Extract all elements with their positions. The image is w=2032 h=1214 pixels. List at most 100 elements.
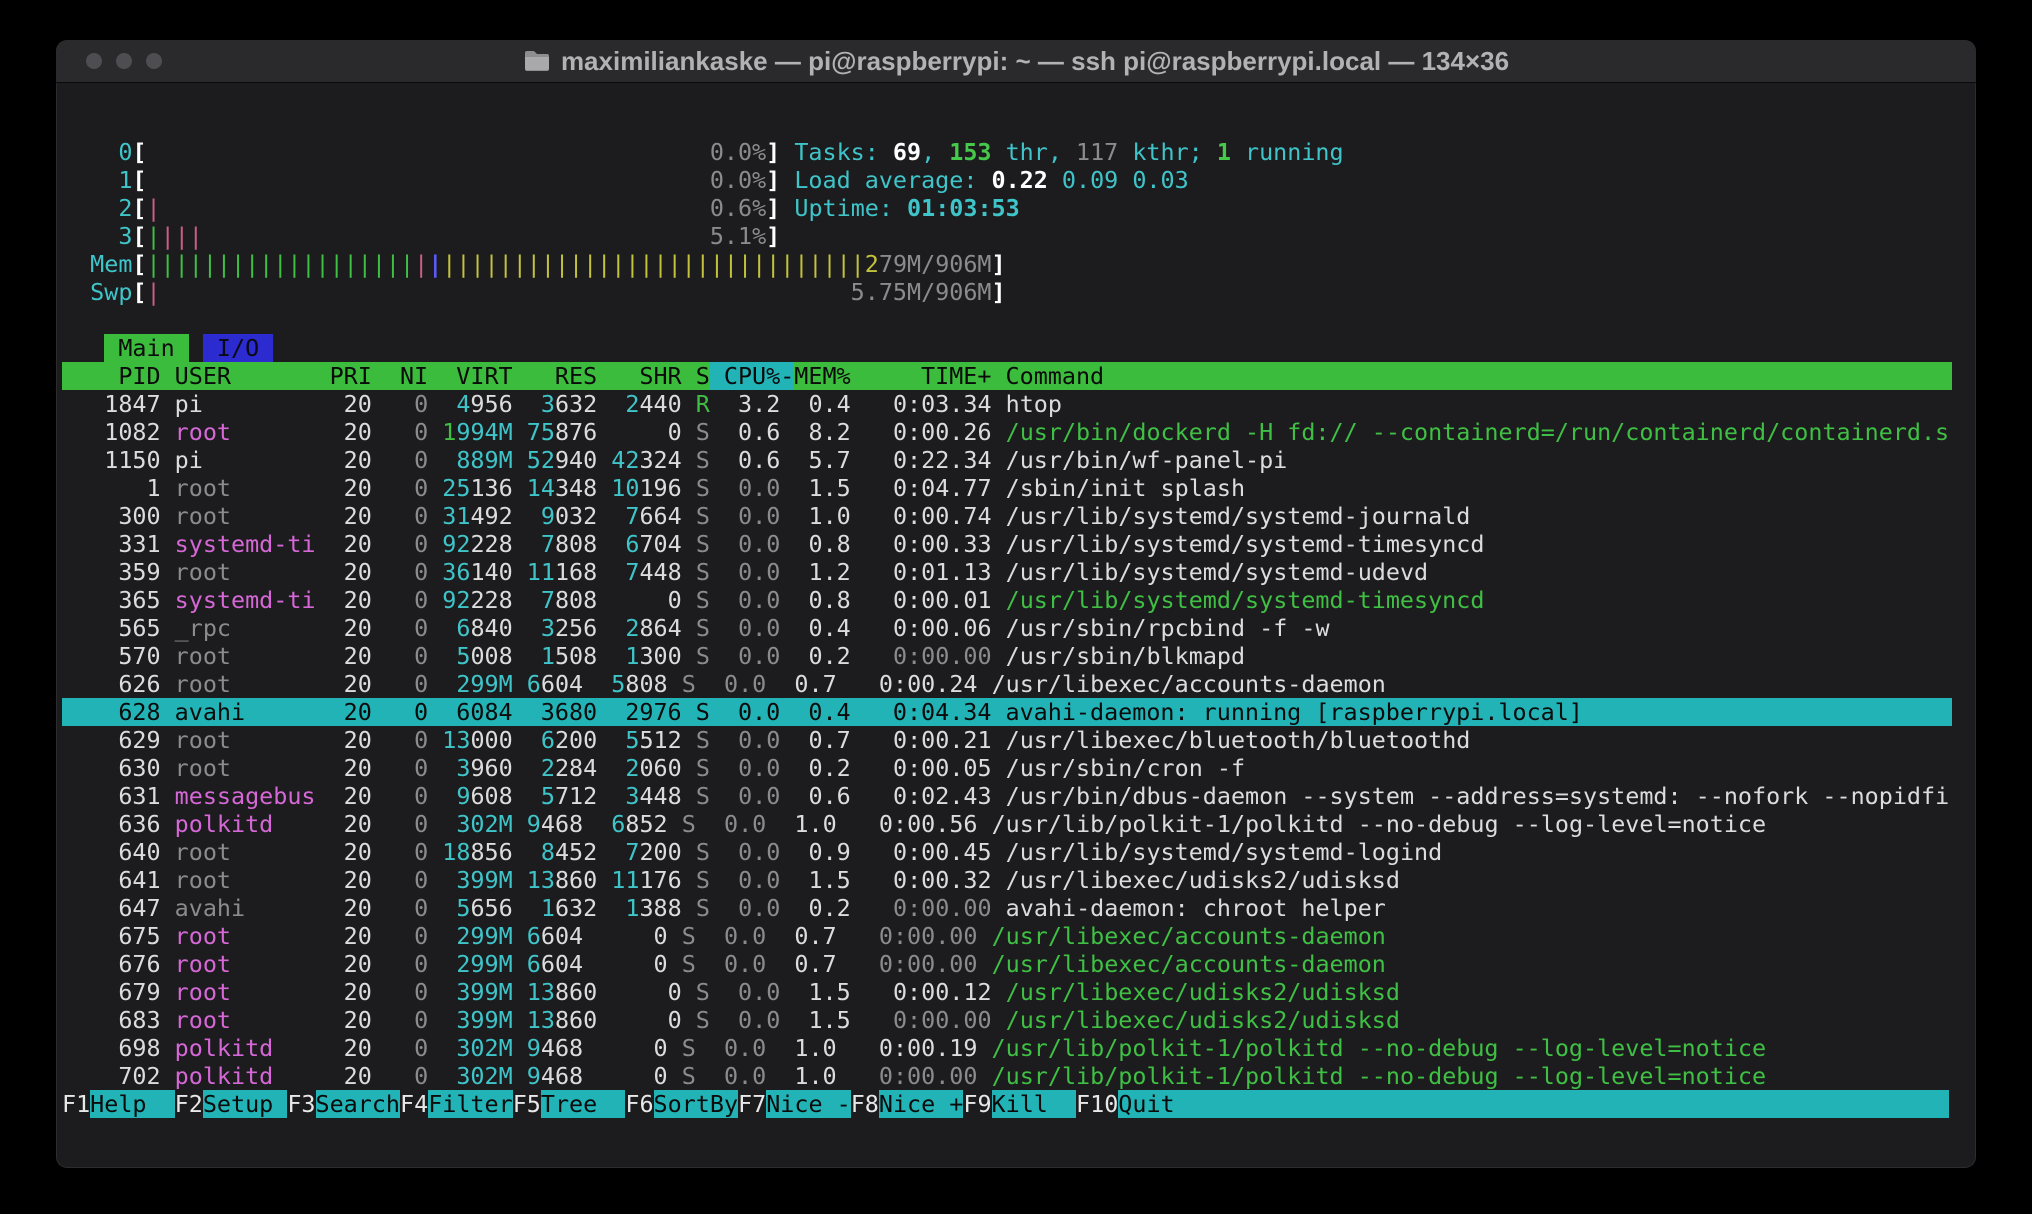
process-row-570-seg: /usr/sbin/blkmapd [992, 642, 1245, 670]
fkey-nice-plus[interactable]: Nice + [879, 1090, 964, 1118]
process-row-1082-seg [513, 418, 527, 446]
process-row-679-seg [428, 978, 456, 1006]
header-sort-cpu[interactable]: CPU%- [710, 362, 795, 390]
process-row-679-seg: 0 [386, 978, 428, 1006]
process-row-629-seg: 6 [541, 726, 555, 754]
fkey-f9[interactable]: F9 [963, 1090, 991, 1118]
fkey-f8[interactable]: F8 [851, 1090, 879, 1118]
screen-tabs-seg [62, 334, 104, 362]
zoom-button[interactable] [146, 53, 162, 69]
minimize-button[interactable] [116, 53, 132, 69]
process-row-359-seg: 140 [470, 558, 526, 586]
process-row-636-seg: 852 [625, 810, 681, 838]
fkey-search[interactable]: Search [316, 1090, 401, 1118]
process-row-698[interactable]: 698 polkitd 20 0 302M 9468 0 S 0.0 1.0 0… [62, 1034, 1952, 1062]
function-key-bar[interactable]: F1Help F2Setup F3SearchF4FilterF5Tree F6… [62, 1090, 1952, 1118]
fkey-f7[interactable]: F7 [738, 1090, 766, 1118]
process-row-570-seg: root [175, 642, 231, 670]
fkey-tree[interactable]: Tree [541, 1090, 626, 1118]
fkey-f3[interactable]: F3 [287, 1090, 315, 1118]
process-row-626[interactable]: 626 root 20 0 299M 6604 5808 S 0.0 0.7 0… [62, 670, 1952, 698]
process-row-626-seg [696, 670, 724, 698]
process-row-365[interactable]: 365 systemd-ti 20 0 92228 7808 0 S 0.0 0… [62, 586, 1952, 614]
close-button[interactable] [86, 53, 102, 69]
process-row-675-seg: 20 [231, 922, 386, 950]
process-row-676[interactable]: 676 root 20 0 299M 6604 0 S 0.0 0.7 0:00… [62, 950, 1952, 978]
process-row-676-seg: /usr/libexec/accounts-daemon [992, 950, 1386, 978]
fkey-quit[interactable]: Quit [1118, 1090, 1949, 1118]
fkey-f4[interactable]: F4 [400, 1090, 428, 1118]
process-row-1847-seg: 632 [555, 390, 625, 418]
cpu-meter-3-seg: ] [766, 222, 780, 250]
process-row-359-seg: 36 [442, 558, 470, 586]
fkey-f5[interactable]: F5 [513, 1090, 541, 1118]
process-row-675-seg: 604 0 [541, 922, 682, 950]
fkey-f6[interactable]: F6 [625, 1090, 653, 1118]
process-row-676-seg: 0.0 [724, 950, 766, 978]
process-row-702-seg: polkitd [175, 1062, 274, 1090]
process-row-359[interactable]: 359 root 20 0 36140 11168 7448 S 0.0 1.2… [62, 558, 1952, 586]
fkey-f10[interactable]: F10 [1076, 1090, 1118, 1118]
process-row-565[interactable]: 565 _rpc 20 0 6840 3256 2864 S 0.0 0.4 0… [62, 614, 1952, 642]
process-row-679[interactable]: 679 root 20 0 399M 13860 0 S 0.0 1.5 0:0… [62, 978, 1952, 1006]
process-row-1150[interactable]: 1150 pi 20 0 889M 52940 42324 S 0.6 5.7 … [62, 446, 1952, 474]
fkey-help[interactable]: Help [90, 1090, 175, 1118]
process-row-676-seg: 0:00.00 [879, 950, 978, 978]
process-row-331-seg [710, 530, 738, 558]
process-row-630[interactable]: 630 root 20 0 3960 2284 2060 S 0.0 0.2 0… [62, 754, 1952, 782]
process-row-647[interactable]: 647 avahi 20 0 5656 1632 1388 S 0.0 0.2 … [62, 894, 1952, 922]
process-row-1082[interactable]: 1082 root 20 0 1994M 75876 0 S 0.6 8.2 0… [62, 418, 1952, 446]
process-row-331[interactable]: 331 systemd-ti 20 0 92228 7808 6704 S 0.… [62, 530, 1952, 558]
process-row-683-seg [992, 1006, 1006, 1034]
process-row-1847[interactable]: 1847 pi 20 0 4956 3632 2440 R 3.2 0.4 0:… [62, 390, 1952, 418]
process-row-675-seg: 0.7 [766, 922, 879, 950]
process-row-640-seg [710, 838, 738, 866]
process-row-636[interactable]: 636 polkitd 20 0 302M 9468 6852 S 0.0 1.… [62, 810, 1952, 838]
process-row-630-seg: 2 [541, 754, 555, 782]
process-row-641[interactable]: 641 root 20 0 399M 13860 11176 S 0.0 1.5… [62, 866, 1952, 894]
process-row-1082-seg: 0.6 8.2 0:00.26 [710, 418, 1006, 446]
tab-main[interactable]: Main [104, 334, 189, 362]
process-row-683-seg: root [175, 1006, 231, 1034]
fkey-setup[interactable]: Setup [203, 1090, 288, 1118]
process-row-570-seg: 0.0 [738, 642, 780, 670]
process-row-683[interactable]: 683 root 20 0 399M 13860 0 S 0.0 1.5 0:0… [62, 1006, 1952, 1034]
process-row-683-seg [428, 1006, 456, 1034]
fkey-f1[interactable]: F1 [62, 1090, 90, 1118]
screen-tabs[interactable]: Main I/O [62, 334, 1952, 362]
process-row-628-selected[interactable]: 628 avahi 20 0 6084 3680 2976 S 0.0 0.4 … [62, 698, 1952, 726]
table-header[interactable]: PID USER PRI NI VIRT RES SHR S CPU%-MEM%… [62, 362, 1952, 390]
process-row-640-seg: 0.9 0:00.45 /usr/lib/systemd/systemd-log… [780, 838, 1442, 866]
fkey-nice-minus[interactable]: Nice - [766, 1090, 851, 1118]
process-row-683-seg: 0 [386, 1006, 428, 1034]
process-row-640[interactable]: 640 root 20 0 18856 8452 7200 S 0.0 0.9 … [62, 838, 1952, 866]
process-row-683-seg: 860 0 [555, 1006, 696, 1034]
process-row-629[interactable]: 629 root 20 0 13000 6200 5512 S 0.0 0.7 … [62, 726, 1952, 754]
process-row-679-seg: 0.0 [738, 978, 780, 1006]
process-row-1847-seg: 956 [470, 390, 540, 418]
terminal[interactable]: 0[ 0.0%] Tasks: 69, 153 thr, 117 kthr; 1… [62, 82, 1952, 1118]
process-row-570[interactable]: 570 root 20 0 5008 1508 1300 S 0.0 0.2 0… [62, 642, 1952, 670]
process-row-675[interactable]: 675 root 20 0 299M 6604 0 S 0.0 0.7 0:00… [62, 922, 1952, 950]
process-row-1[interactable]: 1 root 20 0 25136 14348 10196 S 0.0 1.5 … [62, 474, 1952, 502]
process-row-300[interactable]: 300 root 20 0 31492 9032 7664 S 0.0 1.0 … [62, 502, 1952, 530]
process-row-702-seg: 20 [273, 1062, 386, 1090]
tab-io[interactable]: I/O [203, 334, 273, 362]
fkey-sortby[interactable]: SortBy [654, 1090, 739, 1118]
fkey-kill[interactable]: Kill [992, 1090, 1077, 1118]
header-columns[interactable]: PID USER PRI NI VIRT RES SHR S [62, 362, 710, 390]
process-row-640-seg: 640 [62, 838, 175, 866]
process-row-702[interactable]: 702 polkitd 20 0 302M 9468 0 S 0.0 1.0 0… [62, 1062, 1952, 1090]
fkey-filter[interactable]: Filter [428, 1090, 513, 1118]
process-row-629-seg: 0.0 [738, 726, 780, 754]
fkey-f2[interactable]: F2 [175, 1090, 203, 1118]
process-row-636-seg [513, 810, 527, 838]
process-row-641-seg: 0.0 [738, 866, 780, 894]
swp-value: 5.75M/906M [851, 278, 992, 306]
process-row-641-seg [513, 866, 527, 894]
process-row-631[interactable]: 631 messagebus 20 0 9608 5712 3448 S 0.0… [62, 782, 1952, 810]
process-row-1-seg: 348 [555, 474, 611, 502]
process-row-630-seg: 0.2 0:00.05 /usr/sbin/cron -f [780, 754, 1245, 782]
header-columns-right[interactable]: MEM% TIME+ Command [794, 362, 1104, 390]
folder-icon [523, 49, 551, 73]
